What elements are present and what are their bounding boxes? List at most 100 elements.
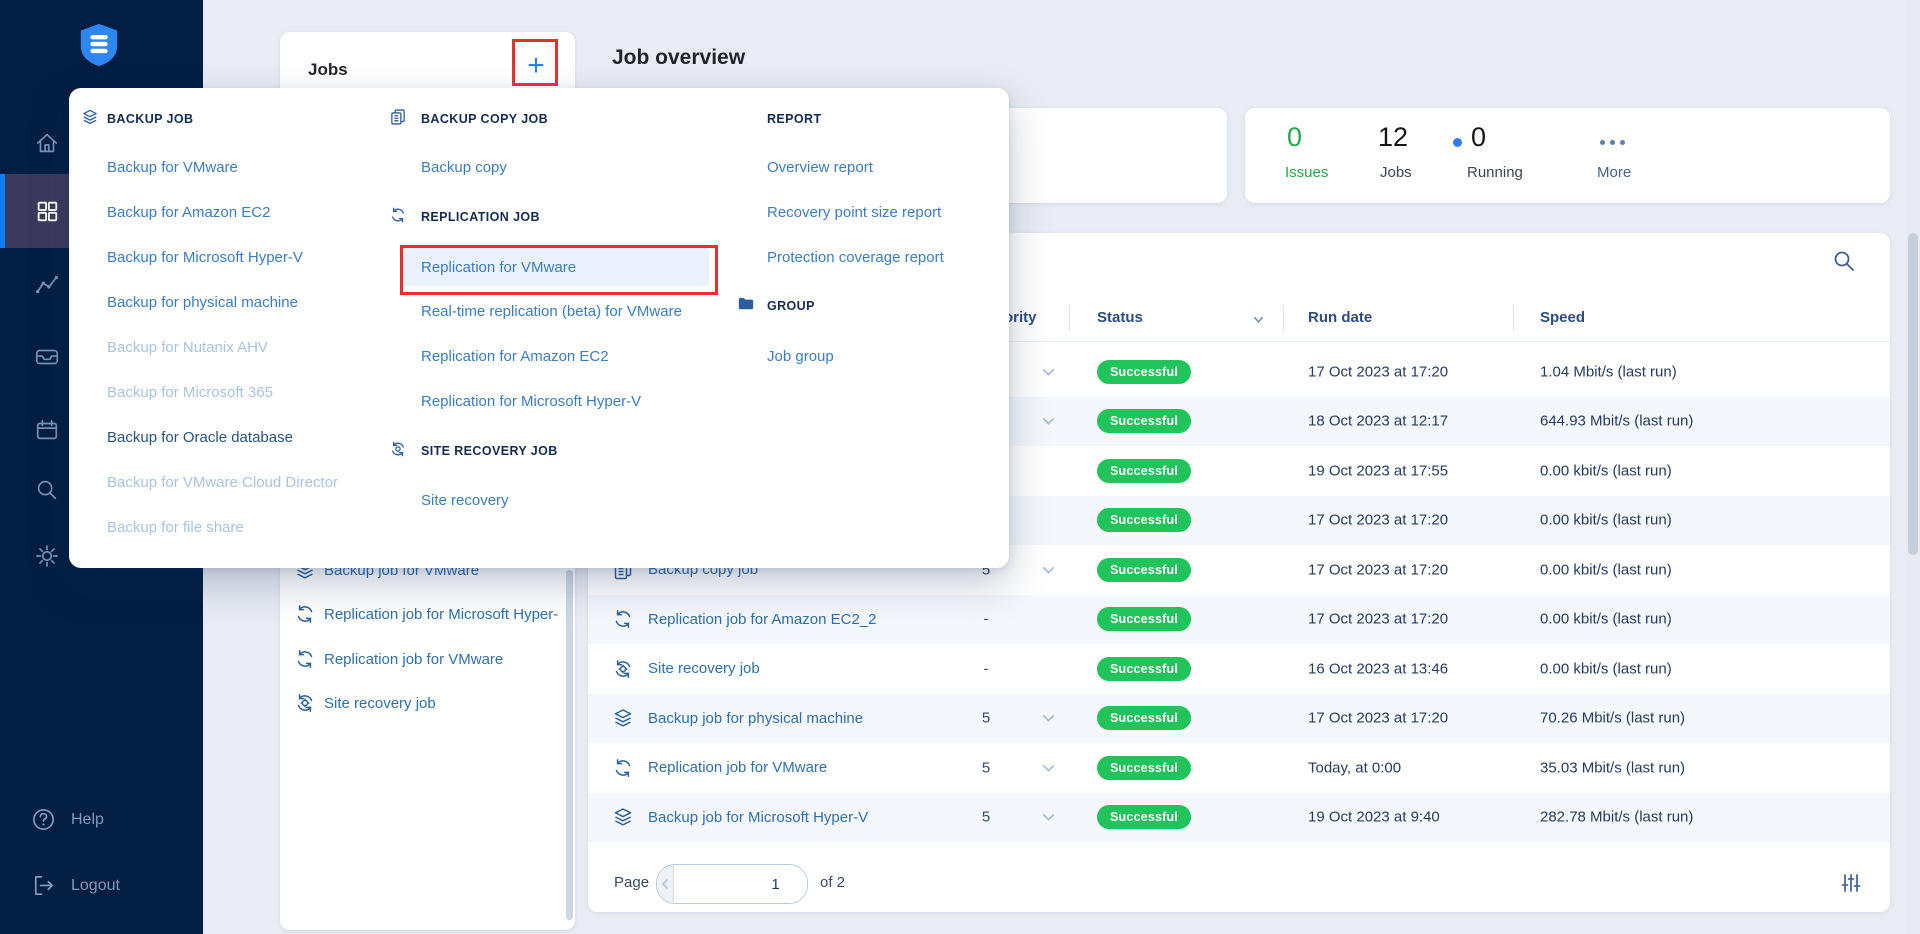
issues-count: 0 [1287,122,1303,152]
status-badge: Successful [1097,359,1192,384]
backup-job-icon [83,109,97,125]
backup-job-icon [614,808,632,826]
more-dots-icon[interactable] [1600,140,1625,145]
column-header-status[interactable]: Status [1097,309,1143,326]
issues-label: Issues [1285,164,1329,181]
job-name-link[interactable]: Backup job for Microsoft Hyper-V [648,809,868,826]
menu-item[interactable]: Backup for Microsoft Hyper-V [107,248,303,268]
expand-chevron-icon[interactable] [1040,759,1057,776]
expand-chevron-icon[interactable] [1040,710,1057,727]
menu-section-header: REPLICATION JOB [421,210,540,224]
dashboard-grid-icon [37,201,58,222]
pagination: Page of 2 [588,864,1890,904]
job-list-item[interactable]: Site recovery job [280,685,575,721]
page-title: Job overview [612,46,746,69]
menu-item[interactable]: Backup copy [421,158,507,178]
menu-section-header: SITE RECOVERY JOB [421,444,558,458]
job-name-link[interactable]: Site recovery job [648,660,760,677]
table-row: Replication job for Amazon EC2_2 - Succe… [588,594,1890,644]
menu-item[interactable]: Overview report [767,158,873,178]
logout-icon [34,875,54,896]
menu-item-disabled: Backup for Nutanix AHV [107,339,268,356]
speed-cell: 0.00 kbit/s (last run) [1540,462,1672,480]
replication-job-icon [297,650,313,668]
menu-item[interactable]: Backup for VMware [107,158,238,178]
page-scrollbar-thumb[interactable] [1908,233,1918,555]
page-number-input[interactable] [674,865,807,903]
menu-item[interactable]: Real-time replication (beta) for VMware [421,302,682,322]
expand-chevron-icon[interactable] [1040,561,1057,578]
expand-chevron-icon[interactable] [1040,413,1057,430]
monitoring-icon [36,275,58,294]
speed-cell: 644.93 Mbit/s (last run) [1540,412,1694,430]
run-date-cell: Today, at 0:00 [1308,759,1402,777]
status-badge: Successful [1097,755,1192,780]
job-list-item[interactable]: Replication job for VMware [280,641,575,677]
job-name-link[interactable]: Replication job for VMware [648,759,827,776]
priority-cell: 5 [981,808,991,826]
table-filter-button[interactable] [1840,872,1862,894]
table-row: Site recovery job - Successful 16 Oct 20… [588,644,1890,694]
jobs-count: 12 [1378,122,1409,152]
running-label: Running [1467,164,1523,181]
menu-item[interactable]: Backup for physical machine [107,293,298,313]
speed-cell: 35.03 Mbit/s (last run) [1540,759,1686,777]
run-date-cell: 16 Oct 2023 at 13:46 [1308,660,1449,678]
add-job-button[interactable]: + [518,48,554,84]
job-name-link[interactable]: Replication job for Amazon EC2_2 [648,611,876,628]
priority-cell: - [983,610,989,628]
job-list-item-label: Replication job for Microsoft Hyper- [324,605,559,623]
status-badge: Successful [1097,557,1192,582]
status-badge: Successful [1097,508,1192,533]
expand-chevron-icon[interactable] [1040,809,1057,826]
site-recovery-job-icon [615,659,631,678]
menu-item[interactable]: Backup for Oracle database [107,428,293,448]
help-button[interactable]: Help [30,806,104,833]
calendar-icon [36,419,58,440]
running-dot-icon [1453,138,1462,147]
status-sort-chevron-down-icon[interactable] [1252,313,1265,326]
prev-page-button[interactable] [657,865,674,903]
menu-item[interactable]: Replication for Amazon EC2 [421,347,609,367]
menu-item[interactable]: Site recovery [421,491,509,511]
menu-section-header: GROUP [767,299,815,313]
running-count: 0 [1471,122,1487,152]
menu-item[interactable]: Backup for Amazon EC2 [107,203,270,223]
table-row: Backup job for Microsoft Hyper-V 5 Succe… [588,792,1890,842]
speed-cell: 70.26 Mbit/s (last run) [1540,709,1686,727]
search-icon [1834,251,1854,271]
table-row: Replication job for VMware 5 Successful … [588,743,1890,793]
menu-item[interactable]: Protection coverage report [767,248,944,268]
logout-button[interactable]: Logout [30,872,120,899]
jobs-panel-title: Jobs [308,60,348,79]
job-list-item[interactable]: Replication job for Microsoft Hyper- [280,596,575,632]
priority-cell: 5 [981,759,991,777]
column-header-speed[interactable]: Speed [1540,309,1585,326]
jobs-panel-scrollbar[interactable] [566,570,573,920]
table-search-button[interactable] [1832,249,1856,273]
menu-section-header: BACKUP JOB [107,112,194,126]
help-icon [32,808,55,831]
speed-cell: 0.00 kbit/s (last run) [1540,511,1672,529]
site-recovery-job-icon [297,694,313,712]
priority-cell: 5 [981,709,991,727]
site-recovery-job-icon [392,441,404,457]
backup-job-icon [614,709,632,727]
expand-chevron-icon[interactable] [1040,363,1057,380]
menu-item[interactable]: Recovery point size report [767,203,941,223]
status-badge: Successful [1097,409,1192,434]
menu-item[interactable]: Replication for Microsoft Hyper-V [421,392,641,412]
job-name-link[interactable]: Backup job for physical machine [648,710,863,727]
more-label[interactable]: More [1597,164,1631,181]
status-badge: Successful [1097,458,1192,483]
replication-job-icon [392,207,404,223]
run-date-cell: 17 Oct 2023 at 17:20 [1308,561,1449,579]
folder-icon [738,297,754,310]
menu-item-replication-for-vmware[interactable]: Replication for VMware [421,258,576,278]
menu-item[interactable]: Job group [767,347,834,367]
run-date-cell: 19 Oct 2023 at 9:40 [1308,808,1440,826]
speed-cell: 0.00 kbit/s (last run) [1540,610,1672,628]
column-header-run-date[interactable]: Run date [1308,309,1372,326]
menu-section-header: REPORT [767,112,822,126]
job-list-item-label: Replication job for VMware [324,650,504,668]
